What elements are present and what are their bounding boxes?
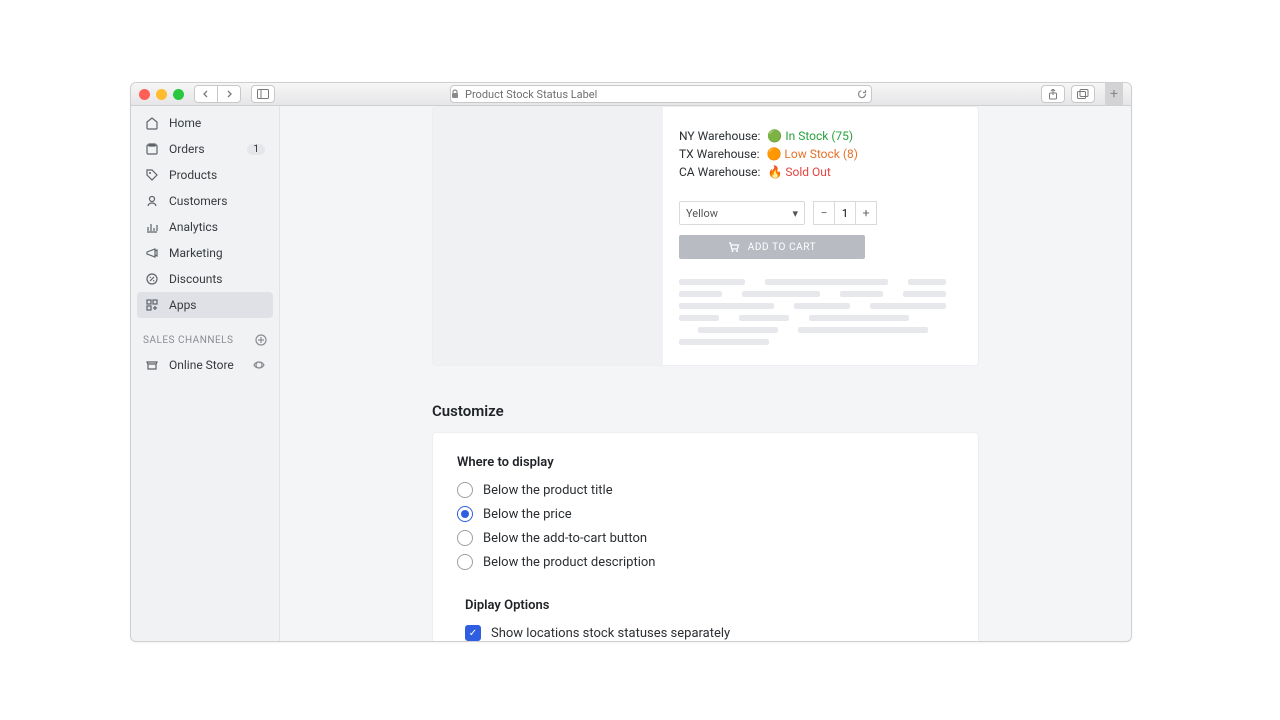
sidebar-label: Home xyxy=(169,116,265,130)
stock-dot-icon: 🔥 xyxy=(767,165,782,179)
radio-option[interactable]: Below the price xyxy=(457,506,954,522)
sidebar-label: Apps xyxy=(169,298,265,312)
close-dot-icon[interactable] xyxy=(139,89,150,100)
sales-channels-header: SALES CHANNELS xyxy=(131,322,279,348)
customers-icon xyxy=(145,194,159,208)
stock-dot-icon: 🟢 xyxy=(767,129,782,143)
cart-icon xyxy=(728,241,740,253)
radio-icon xyxy=(457,554,473,570)
orders-badge: 1 xyxy=(247,144,265,155)
sidebar-label: Discounts xyxy=(169,272,265,286)
browser-window: Product Stock Status Label + Home xyxy=(130,82,1132,642)
sidebar-item-products[interactable]: Products xyxy=(137,162,273,188)
add-to-cart-button[interactable]: ADD TO CART xyxy=(679,235,865,259)
radio-icon xyxy=(457,506,473,522)
radio-icon xyxy=(457,530,473,546)
sidebar-label: Products xyxy=(169,168,265,182)
customize-card: Where to display Below the product title… xyxy=(432,432,979,642)
minimize-dot-icon[interactable] xyxy=(156,89,167,100)
qty-minus-button[interactable]: − xyxy=(813,201,835,225)
radio-option[interactable]: Below the product description xyxy=(457,554,954,570)
radio-icon xyxy=(457,482,473,498)
sidebar-label: Online Store xyxy=(169,358,243,372)
add-channel-icon[interactable] xyxy=(255,334,267,346)
share-icon[interactable] xyxy=(1041,85,1065,103)
store-icon xyxy=(145,358,159,372)
discounts-icon xyxy=(145,272,159,286)
sidebar-item-online-store[interactable]: Online Store xyxy=(137,352,273,378)
sidebar: Home Orders 1 Products Customers A xyxy=(131,106,280,642)
sidebar-label: Customers xyxy=(169,194,265,208)
sidebar-item-customers[interactable]: Customers xyxy=(137,188,273,214)
sidebar-item-home[interactable]: Home xyxy=(137,110,273,136)
sidebar-item-analytics[interactable]: Analytics xyxy=(137,214,273,240)
stock-dot-icon: 🟠 xyxy=(766,147,781,161)
address-bar[interactable]: Product Stock Status Label xyxy=(450,85,872,103)
new-tab-icon[interactable]: + xyxy=(1105,83,1123,105)
sidebar-item-discounts[interactable]: Discounts xyxy=(137,266,273,292)
lock-icon xyxy=(451,89,459,99)
preview-card: NY Warehouse: 🟢 In Stock (75) TX Warehou… xyxy=(432,106,979,366)
sidebar-label: Orders xyxy=(169,142,237,156)
back-button[interactable] xyxy=(195,86,217,102)
tabs-icon[interactable] xyxy=(1071,85,1095,103)
analytics-icon xyxy=(145,220,159,234)
sidebar-item-apps[interactable]: Apps xyxy=(137,292,273,318)
stock-row: TX Warehouse: 🟠 Low Stock (8) xyxy=(679,145,946,163)
customize-title: Customize xyxy=(432,402,1111,420)
radio-option[interactable]: Below the add-to-cart button xyxy=(457,530,954,546)
apps-icon xyxy=(145,298,159,312)
display-heading: Diplay Options xyxy=(465,598,954,613)
qty-plus-button[interactable]: + xyxy=(855,201,877,225)
home-icon xyxy=(145,116,159,130)
traffic-lights xyxy=(139,89,184,100)
sidebar-item-orders[interactable]: Orders 1 xyxy=(137,136,273,162)
sidebar-label: Analytics xyxy=(169,220,265,234)
where-heading: Where to display xyxy=(457,455,954,470)
checkbox-icon: ✓ xyxy=(465,625,481,641)
qty-value: 1 xyxy=(835,201,855,225)
reload-icon[interactable] xyxy=(857,89,871,99)
view-store-icon[interactable] xyxy=(253,359,265,371)
title-bar-right: + xyxy=(1041,83,1123,105)
page-title: Product Stock Status Label xyxy=(465,88,597,101)
chevron-down-icon: ▾ xyxy=(792,207,798,220)
preview-product-image xyxy=(433,107,663,365)
stock-row: CA Warehouse: 🔥 Sold Out xyxy=(679,163,946,181)
main-content: NY Warehouse: 🟢 In Stock (75) TX Warehou… xyxy=(280,106,1131,642)
variant-row: Yellow ▾ − 1 + xyxy=(679,201,946,225)
checkbox-option[interactable]: ✓ Show locations stock statuses separate… xyxy=(465,625,954,641)
radio-option[interactable]: Below the product title xyxy=(457,482,954,498)
products-icon xyxy=(145,168,159,182)
sidebar-item-marketing[interactable]: Marketing xyxy=(137,240,273,266)
title-bar: Product Stock Status Label + xyxy=(131,83,1131,106)
forward-button[interactable] xyxy=(217,86,240,102)
sidebar-toggle-icon[interactable] xyxy=(251,85,275,103)
orders-icon xyxy=(145,142,159,156)
sidebar-label: Marketing xyxy=(169,246,265,260)
nav-buttons xyxy=(194,85,241,103)
zoom-dot-icon[interactable] xyxy=(173,89,184,100)
variant-select[interactable]: Yellow ▾ xyxy=(679,201,805,225)
stock-row: NY Warehouse: 🟢 In Stock (75) xyxy=(679,127,946,145)
marketing-icon xyxy=(145,246,159,260)
